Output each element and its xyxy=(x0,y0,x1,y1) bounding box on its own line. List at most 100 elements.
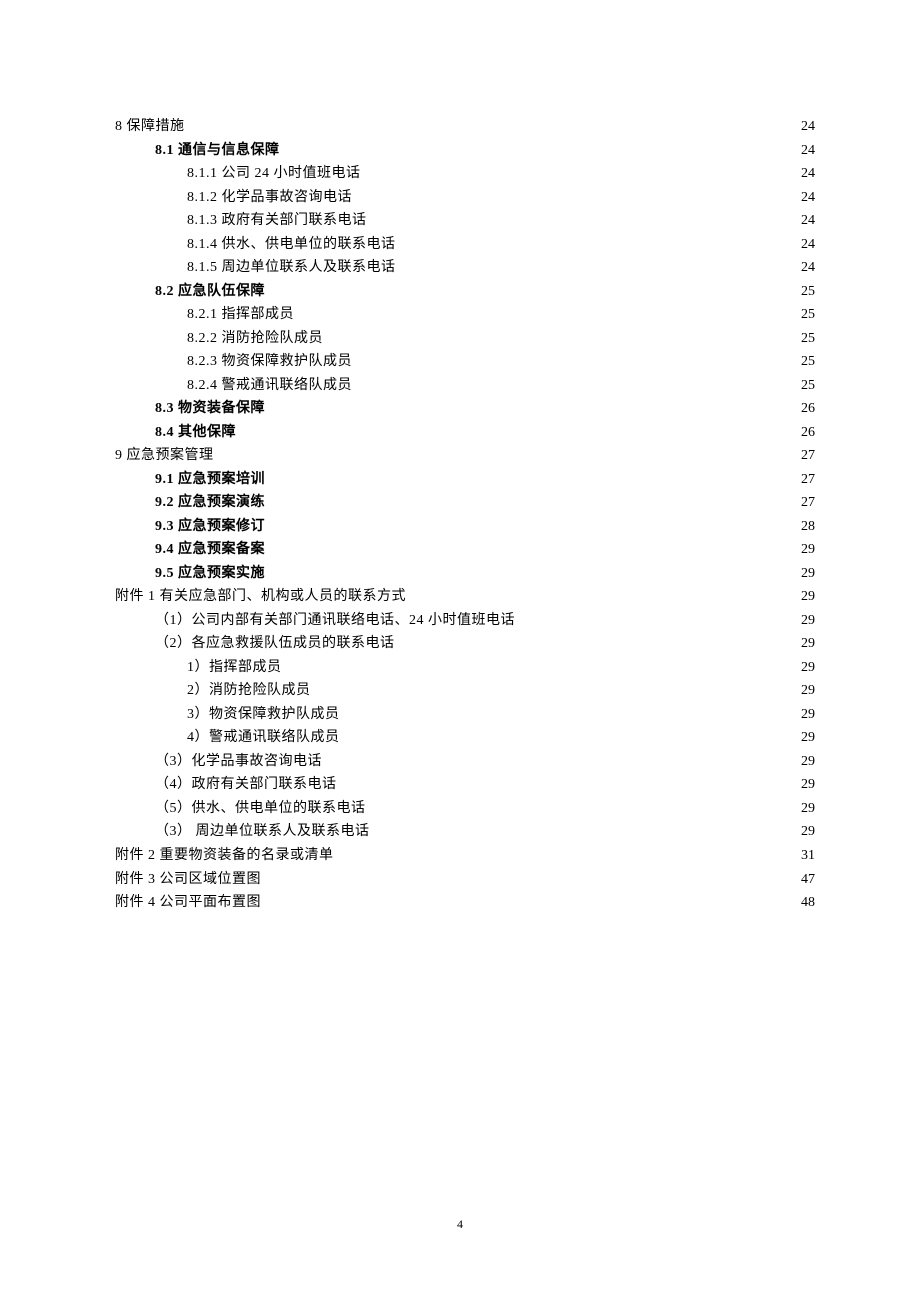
toc-title: 8.2.1 指挥部成员 xyxy=(187,303,294,327)
toc-page-number: 24 xyxy=(801,115,815,139)
toc-entry[interactable]: 8.2.4 警戒通讯联络队成员 25 xyxy=(115,374,815,398)
toc-page-number: 25 xyxy=(801,327,815,351)
toc-entry[interactable]: 8.1.3 政府有关部门联系电话 24 xyxy=(115,209,815,233)
toc-page-number: 28 xyxy=(801,515,815,539)
toc-page-number: 29 xyxy=(801,797,815,821)
page-number: 4 xyxy=(0,1217,920,1232)
toc-title: 8.3 物资装备保障 xyxy=(155,397,265,421)
toc-page-number: 26 xyxy=(801,397,815,421)
toc-entry[interactable]: （3） 周边单位联系人及联系电话 29 xyxy=(115,820,815,844)
toc-entry[interactable]: 附件 3 公司区域位置图 47 xyxy=(115,868,815,892)
toc-page-number: 29 xyxy=(801,538,815,562)
toc-title: 9.3 应急预案修订 xyxy=(155,515,265,539)
toc-page-number: 26 xyxy=(801,421,815,445)
toc-title: （2）各应急救援队伍成员的联系电话 xyxy=(155,632,395,656)
toc-page-number: 29 xyxy=(801,562,815,586)
toc-title: 8.1.5 周边单位联系人及联系电话 xyxy=(187,256,396,280)
toc-title: 2）消防抢险队成员 xyxy=(187,679,311,703)
toc-title: （5）供水、供电单位的联系电话 xyxy=(155,797,366,821)
table-of-contents: 8 保障措施248.1 通信与信息保障248.1.1 公司 24 小时值班电话2… xyxy=(115,115,815,915)
toc-page-number: 29 xyxy=(801,679,815,703)
toc-entry[interactable]: 3）物资保障救护队成员 29 xyxy=(115,703,815,727)
toc-page-number: 24 xyxy=(801,139,815,163)
toc-entry[interactable]: 8.4 其他保障 26 xyxy=(115,421,815,445)
toc-title: 8.2.4 警戒通讯联络队成员 xyxy=(187,374,352,398)
toc-page-number: 24 xyxy=(801,233,815,257)
toc-title: 9.5 应急预案实施 xyxy=(155,562,265,586)
toc-entry[interactable]: （3）化学品事故咨询电话 29 xyxy=(115,750,815,774)
toc-entry[interactable]: 8.2.3 物资保障救护队成员 25 xyxy=(115,350,815,374)
toc-entry[interactable]: 附件 4 公司平面布置图 48 xyxy=(115,891,815,915)
toc-page-number: 29 xyxy=(801,703,815,727)
toc-page-number: 25 xyxy=(801,280,815,304)
toc-page-number: 27 xyxy=(801,491,815,515)
toc-title: 9.2 应急预案演练 xyxy=(155,491,265,515)
toc-title: 附件 4 公司平面布置图 xyxy=(115,891,261,915)
toc-entry[interactable]: 8 保障措施 24 xyxy=(115,115,815,139)
toc-entry[interactable]: 4）警戒通讯联络队成员 29 xyxy=(115,726,815,750)
toc-title: 9.1 应急预案培训 xyxy=(155,468,265,492)
toc-title: 附件 3 公司区域位置图 xyxy=(115,868,261,892)
toc-page-number: 24 xyxy=(801,162,815,186)
toc-title: 8.1.2 化学品事故咨询电话 xyxy=(187,186,352,210)
toc-page-number: 29 xyxy=(801,726,815,750)
toc-entry[interactable]: （5）供水、供电单位的联系电话 29 xyxy=(115,797,815,821)
toc-entry[interactable]: 8.3 物资装备保障 26 xyxy=(115,397,815,421)
toc-title: 8 保障措施 xyxy=(115,115,185,139)
toc-title: 附件 2 重要物资装备的名录或清单 xyxy=(115,844,334,868)
toc-title: 8.1.1 公司 24 小时值班电话 xyxy=(187,162,361,186)
toc-page-number: 29 xyxy=(801,585,815,609)
toc-entry[interactable]: 9 应急预案管理27 xyxy=(115,444,815,468)
toc-title: （3）化学品事故咨询电话 xyxy=(155,750,322,774)
toc-page-number: 29 xyxy=(801,656,815,680)
toc-page-number: 24 xyxy=(801,209,815,233)
toc-entry[interactable]: 附件 2 重要物资装备的名录或清单 31 xyxy=(115,844,815,868)
toc-entry[interactable]: 8.2.2 消防抢险队成员 25 xyxy=(115,327,815,351)
toc-page-number: 25 xyxy=(801,303,815,327)
toc-entry[interactable]: 8.2.1 指挥部成员 25 xyxy=(115,303,815,327)
toc-title: 8.2 应急队伍保障 xyxy=(155,280,265,304)
toc-entry[interactable]: 9.2 应急预案演练 27 xyxy=(115,491,815,515)
document-page: 8 保障措施248.1 通信与信息保障248.1.1 公司 24 小时值班电话2… xyxy=(0,0,920,1302)
toc-page-number: 29 xyxy=(801,750,815,774)
toc-entry[interactable]: 2）消防抢险队成员 29 xyxy=(115,679,815,703)
toc-entry[interactable]: 8.1 通信与信息保障24 xyxy=(115,139,815,163)
toc-page-number: 27 xyxy=(801,444,815,468)
toc-entry[interactable]: 9.3 应急预案修订 28 xyxy=(115,515,815,539)
toc-page-number: 29 xyxy=(801,632,815,656)
toc-title: 4）警戒通讯联络队成员 xyxy=(187,726,340,750)
toc-page-number: 25 xyxy=(801,350,815,374)
toc-entry[interactable]: 8.1.1 公司 24 小时值班电话 24 xyxy=(115,162,815,186)
toc-page-number: 47 xyxy=(801,868,815,892)
toc-entry[interactable]: （2）各应急救援队伍成员的联系电话 29 xyxy=(115,632,815,656)
toc-title: 附件 1 有关应急部门、机构或人员的联系方式 xyxy=(115,585,406,609)
toc-page-number: 29 xyxy=(801,820,815,844)
toc-entry[interactable]: 9.4 应急预案备案29 xyxy=(115,538,815,562)
toc-entry[interactable]: 8.1.2 化学品事故咨询电话 24 xyxy=(115,186,815,210)
toc-entry[interactable]: 8.1.4 供水、供电单位的联系电话 24 xyxy=(115,233,815,257)
toc-title: 8.2.3 物资保障救护队成员 xyxy=(187,350,352,374)
toc-title: 8.2.2 消防抢险队成员 xyxy=(187,327,323,351)
toc-page-number: 25 xyxy=(801,374,815,398)
toc-entry[interactable]: （1）公司内部有关部门通讯联络电话、24 小时值班电话29 xyxy=(115,609,815,633)
toc-entry[interactable]: （4）政府有关部门联系电话 29 xyxy=(115,773,815,797)
toc-entry[interactable]: 1）指挥部成员 29 xyxy=(115,656,815,680)
toc-title: 1）指挥部成员 xyxy=(187,656,282,680)
toc-title: 3）物资保障救护队成员 xyxy=(187,703,340,727)
toc-title: 8.1.4 供水、供电单位的联系电话 xyxy=(187,233,396,257)
toc-entry[interactable]: 附件 1 有关应急部门、机构或人员的联系方式 29 xyxy=(115,585,815,609)
toc-entry[interactable]: 8.2 应急队伍保障 25 xyxy=(115,280,815,304)
toc-entry[interactable]: 8.1.5 周边单位联系人及联系电话 24 xyxy=(115,256,815,280)
toc-page-number: 48 xyxy=(801,891,815,915)
toc-page-number: 31 xyxy=(801,844,815,868)
toc-page-number: 24 xyxy=(801,186,815,210)
toc-title: 8.4 其他保障 xyxy=(155,421,236,445)
toc-entry[interactable]: 9.5 应急预案实施 29 xyxy=(115,562,815,586)
toc-title: 8.1.3 政府有关部门联系电话 xyxy=(187,209,367,233)
toc-title: （1）公司内部有关部门通讯联络电话、24 小时值班电话 xyxy=(155,609,515,633)
toc-page-number: 29 xyxy=(801,773,815,797)
toc-entry[interactable]: 9.1 应急预案培训27 xyxy=(115,468,815,492)
toc-page-number: 24 xyxy=(801,256,815,280)
toc-title: （3） 周边单位联系人及联系电话 xyxy=(155,820,370,844)
toc-title: （4）政府有关部门联系电话 xyxy=(155,773,337,797)
